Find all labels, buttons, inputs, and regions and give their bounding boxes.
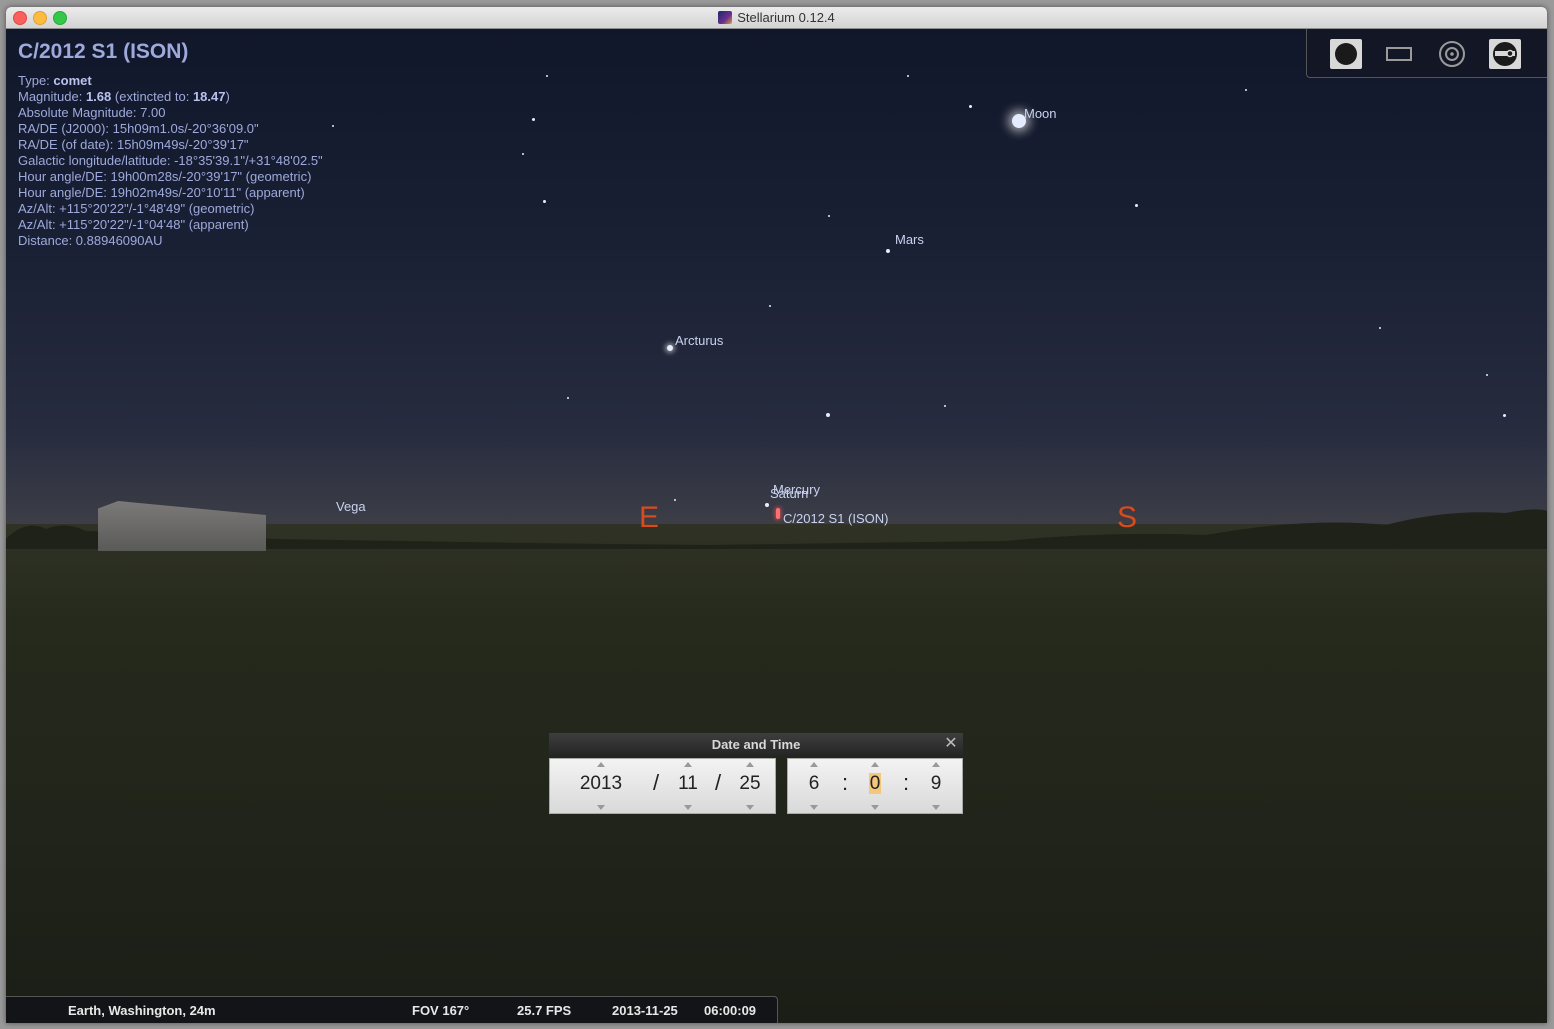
window-title: Stellarium 0.12.4 <box>737 10 835 25</box>
date-spinner-group: 2013 / 11 / 25 <box>549 758 776 814</box>
day-increment[interactable] <box>746 762 754 767</box>
status-bar: Earth, Washington, 24m FOV 167° 25.7 FPS… <box>6 996 778 1023</box>
stellarium-window: Stellarium 0.12.4 Moon Mars Arcturus Veg… <box>6 7 1547 1023</box>
minute-field[interactable]: 0 <box>850 773 900 795</box>
time-separator: : <box>842 770 849 795</box>
saturn-label[interactable]: Saturn <box>770 486 808 501</box>
magnitude-label: Magnitude: <box>18 89 83 104</box>
view-toolbar <box>1306 29 1547 78</box>
hour-increment[interactable] <box>810 762 818 767</box>
target-icon[interactable] <box>1435 39 1469 69</box>
month-decrement[interactable] <box>684 805 692 810</box>
arcturus-label[interactable]: Arcturus <box>675 333 723 348</box>
year-decrement[interactable] <box>597 805 605 810</box>
star[interactable] <box>522 153 524 155</box>
radec-of-date: RA/DE (of date): 15h09m49s/-20°39'17" <box>18 137 249 152</box>
close-icon[interactable]: ✕ <box>943 736 959 752</box>
day-field[interactable]: 25 <box>725 773 775 795</box>
hour-decrement[interactable] <box>810 805 818 810</box>
star[interactable] <box>332 125 334 127</box>
hour-angle-apparent: Hour angle/DE: 19h02m49s/-20°10'11" (app… <box>18 185 305 200</box>
year-field[interactable]: 2013 <box>576 773 626 795</box>
galactic-coords: Galactic longitude/latitude: -18°35'39.1… <box>18 153 323 168</box>
star[interactable] <box>886 249 890 253</box>
day-decrement[interactable] <box>746 805 754 810</box>
title-bar: Stellarium 0.12.4 <box>6 7 1547 29</box>
type-label: Type: <box>18 73 50 88</box>
minute-decrement[interactable] <box>871 805 879 810</box>
date-time-title: Date and Time <box>549 733 963 756</box>
magnitude-value: 1.68 <box>85 89 112 104</box>
star[interactable] <box>674 499 676 501</box>
time-text[interactable]: 06:00:09 <box>704 1003 756 1018</box>
star[interactable] <box>1379 327 1381 329</box>
time-separator: : <box>903 770 910 795</box>
star[interactable] <box>546 75 548 77</box>
star[interactable] <box>828 215 830 217</box>
moon-label[interactable]: Moon <box>1024 106 1057 121</box>
mars-label[interactable]: Mars <box>895 232 924 247</box>
second-increment[interactable] <box>932 762 940 767</box>
vega-label[interactable]: Vega <box>336 499 366 514</box>
fov-text: FOV 167° <box>412 1003 470 1018</box>
star[interactable] <box>532 118 535 121</box>
object-magnitude: Magnitude: 1.68 (extincted to: 18.47) <box>18 89 323 105</box>
object-info-panel: C/2012 S1 (ISON) Type: comet Magnitude: … <box>18 39 323 249</box>
hour-angle-geometric: Hour angle/DE: 19h00m28s/-20°39'17" (geo… <box>18 169 312 184</box>
star[interactable] <box>969 105 972 108</box>
object-distance: Distance: 0.88946090AU <box>18 233 163 248</box>
date-text[interactable]: 2013-11-25 <box>612 1003 678 1018</box>
star[interactable] <box>907 75 909 77</box>
comet-label[interactable]: C/2012 S1 (ISON) <box>783 511 889 526</box>
month-increment[interactable] <box>684 762 692 767</box>
star[interactable] <box>567 397 569 399</box>
date-separator: / <box>715 770 722 795</box>
star[interactable] <box>1486 374 1488 376</box>
comet-ison[interactable] <box>776 508 780 519</box>
star[interactable] <box>826 413 830 417</box>
hour-field[interactable]: 6 <box>789 773 839 795</box>
telescope-icon[interactable] <box>1488 39 1522 69</box>
star[interactable] <box>765 503 769 507</box>
stellarium-app-icon <box>718 11 733 24</box>
rectangle-icon[interactable] <box>1382 39 1416 69</box>
extincted-value: 18.47 <box>192 89 226 104</box>
star[interactable] <box>1245 89 1247 91</box>
star[interactable] <box>543 200 546 203</box>
window-title-wrap: Stellarium 0.12.4 <box>6 10 1547 25</box>
object-name: C/2012 S1 (ISON) <box>18 40 189 63</box>
time-spinner-group: 6 : 0 : 9 <box>787 758 963 814</box>
circle-icon[interactable] <box>1329 39 1363 69</box>
extincted-label: (extincted to: <box>114 89 190 104</box>
date-time-dialog: Date and Time ✕ 2013 / 11 / 25 6 : 0: 9 <box>549 733 963 814</box>
absolute-magnitude: Absolute Magnitude: 7.00 <box>18 105 166 120</box>
minute-increment[interactable] <box>871 762 879 767</box>
star[interactable] <box>1135 204 1138 207</box>
sky-view[interactable]: Moon Mars Arcturus Vega Mercury Saturn C… <box>6 29 1547 1023</box>
second-field[interactable]: 9 <box>911 773 961 795</box>
date-separator: / <box>653 770 660 795</box>
type-value: comet <box>53 73 92 88</box>
location-text[interactable]: Earth, Washington, 24m <box>68 1003 216 1018</box>
cardinal-east: E <box>639 501 660 534</box>
star[interactable] <box>769 305 771 307</box>
azalt-geometric: Az/Alt: +115°20'22"/-1°48'49" (geometric… <box>18 201 255 216</box>
radec-j2000: RA/DE (J2000): 15h09m1.0s/-20°36'09.0" <box>18 121 259 136</box>
month-field[interactable]: 11 <box>663 773 713 795</box>
extincted-close: ) <box>225 89 230 104</box>
azalt-apparent: Az/Alt: +115°20'22"/-1°04'48" (apparent) <box>18 217 249 232</box>
object-type: Type: comet <box>18 73 323 89</box>
star[interactable] <box>1503 414 1506 417</box>
star[interactable] <box>944 405 946 407</box>
fps-text: 25.7 FPS <box>517 1003 572 1018</box>
year-increment[interactable] <box>597 762 605 767</box>
star[interactable] <box>667 345 673 351</box>
cardinal-south: S <box>1117 501 1138 534</box>
second-decrement[interactable] <box>932 805 940 810</box>
